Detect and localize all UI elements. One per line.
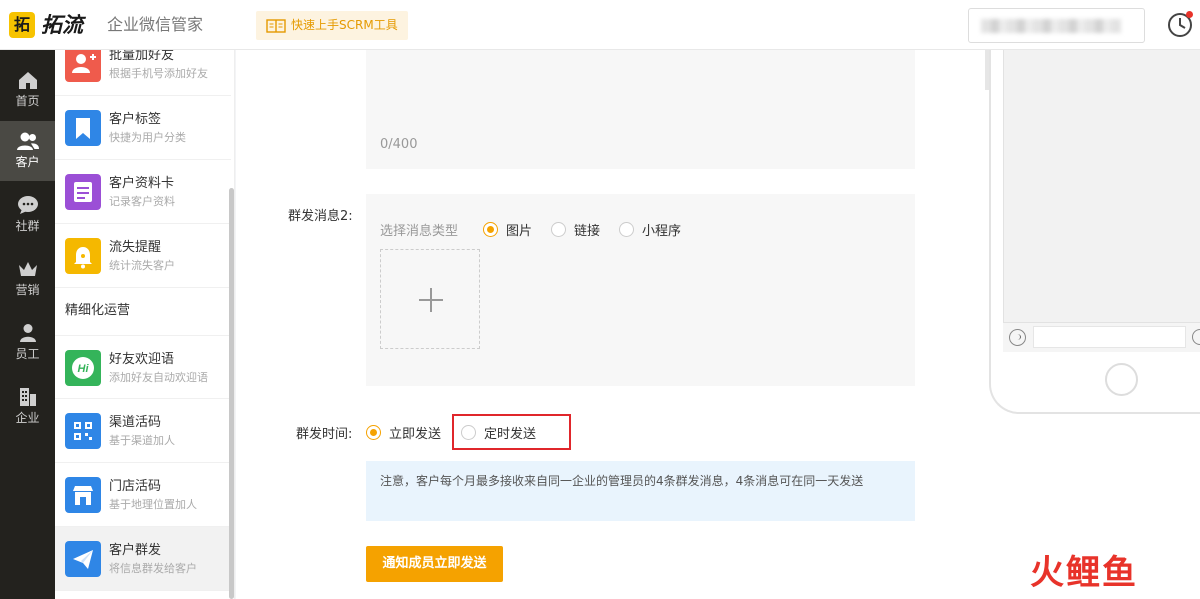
submenu-title: 门店活码	[109, 479, 162, 494]
phone-home-button	[1105, 363, 1138, 396]
submenu-section-title: 精细化运营	[65, 303, 131, 318]
rail-item-groups[interactable]: 社群	[0, 185, 55, 245]
submenu-item-welcome-message[interactable]: Hi 好友欢迎语 添加好友自动欢迎语	[55, 335, 231, 399]
card-icon	[65, 174, 101, 210]
rail-label: 社群	[15, 219, 40, 233]
customer-submenu: 批量加好友 根据手机号添加好友 客户标签 快捷为用户分类 客户资料卡 记录客户资…	[55, 50, 235, 599]
top-bar: 拓 拓流 企业微信管家 快速上手SCRM工具	[0, 0, 1200, 50]
submenu-scrollbar[interactable]	[229, 188, 234, 599]
bookmark-icon	[65, 110, 101, 146]
submenu-desc: 记录客户资料	[109, 195, 175, 208]
rail-label: 营销	[15, 283, 40, 297]
bell-icon	[65, 238, 101, 274]
submenu-title: 好友欢迎语	[109, 352, 175, 367]
radio-circle	[619, 222, 634, 237]
quick-guide-button[interactable]: 快速上手SCRM工具	[256, 11, 408, 40]
type-radio-image[interactable]: 图片	[483, 220, 532, 239]
submenu-title: 客户群发	[109, 543, 162, 558]
submenu-title: 客户资料卡	[109, 176, 175, 191]
svg-text:Hi: Hi	[78, 363, 90, 375]
users-icon	[16, 132, 39, 150]
submenu-desc: 统计流失客户	[109, 259, 175, 272]
submenu-item-channel-qrcode[interactable]: 渠道活码 基于渠道加人	[55, 399, 231, 463]
user-account-box[interactable]	[968, 8, 1145, 43]
submenu-item-churn-alert[interactable]: 流失提醒 统计流失客户	[55, 224, 231, 288]
phone-preview-screen	[1003, 50, 1200, 352]
submenu-desc: 基于渠道加人	[109, 434, 175, 447]
type-radio-miniprogram[interactable]: 小程序	[619, 220, 681, 239]
book-icon	[266, 18, 286, 33]
hi-icon: Hi	[65, 350, 101, 386]
submenu-title: 客户标签	[109, 112, 162, 127]
home-icon	[18, 72, 37, 89]
send-now-button[interactable]: 通知成员立即发送	[366, 546, 503, 582]
blurred-account-name	[981, 19, 1121, 33]
submenu-desc: 添加好友自动欢迎语	[109, 371, 208, 384]
rail-item-staff[interactable]: 员工	[0, 313, 55, 373]
watermark-char: 鱼	[1102, 553, 1136, 593]
message-type-placeholder: 选择消息类型	[380, 224, 459, 239]
crown-icon	[18, 262, 37, 276]
submenu-item-customer-card[interactable]: 客户资料卡 记录客户资料	[55, 160, 231, 224]
submenu-title: 渠道活码	[109, 415, 162, 430]
rail-label: 首页	[15, 94, 40, 108]
watermark-char: 鲤	[1066, 553, 1100, 593]
logo-mark: 拓	[9, 12, 35, 38]
submenu-item-bulk-add-friends[interactable]: 批量加好友 根据手机号添加好友	[55, 50, 231, 96]
building-icon	[19, 388, 36, 406]
submenu-desc: 根据手机号添加好友	[109, 67, 208, 80]
submenu-item-customer-tags[interactable]: 客户标签 快捷为用户分类	[55, 96, 231, 160]
history-clock-icon[interactable]	[1167, 11, 1193, 38]
time-radio-immediate[interactable]: 立即发送	[366, 423, 441, 442]
radio-circle	[551, 222, 566, 237]
voice-icon	[1009, 329, 1026, 346]
watermark-char: 火	[1030, 553, 1064, 593]
broadcast-form: 0/400 群发消息2: 选择消息类型 图片 链接 小程序 群发时间: 立即发送…	[236, 30, 1200, 599]
highlight-box	[452, 414, 571, 450]
submenu-title: 批量加好友	[109, 50, 175, 63]
watermark-logo: 火 鲤 鱼	[1030, 551, 1136, 595]
rail-label: 员工	[15, 347, 40, 361]
store-icon	[65, 477, 101, 513]
submenu-desc: 将信息群发给客户	[109, 562, 197, 575]
image-upload-box[interactable]	[380, 249, 480, 349]
rail-item-marketing[interactable]: 营销	[0, 249, 55, 309]
main-nav-rail: 首页 客户 社群 营销 员工 企业	[0, 50, 55, 599]
send-icon	[65, 541, 101, 577]
chat-icon	[17, 196, 38, 214]
submenu-item-store-qrcode[interactable]: 门店活码 基于地理位置加人	[55, 463, 231, 527]
phone-text-input	[1033, 326, 1186, 348]
radio-label: 图片	[506, 224, 533, 239]
submenu-title: 流失提醒	[109, 240, 162, 255]
logo-text: 拓流	[41, 13, 83, 37]
radio-circle	[483, 222, 498, 237]
app-subtitle: 企业微信管家	[107, 15, 204, 34]
message1-text-area[interactable]	[366, 50, 915, 169]
send-time-label: 群发时间:	[296, 427, 353, 442]
rail-label: 客户	[15, 155, 40, 169]
add-user-icon	[65, 50, 101, 82]
radio-label: 立即发送	[389, 427, 442, 442]
person-icon	[19, 324, 36, 342]
rail-label: 企业	[15, 411, 40, 425]
submenu-item-customer-broadcast[interactable]: 客户群发 将信息群发给客户	[55, 527, 231, 591]
submenu-desc: 快捷为用户分类	[109, 131, 186, 144]
app-root: 拓 拓流 企业微信管家 快速上手SCRM工具 首页 客户 社群 营销 员工 企业…	[0, 0, 1200, 599]
qrcode-icon	[65, 413, 101, 449]
radio-circle	[366, 425, 381, 440]
submenu-desc: 基于地理位置加人	[109, 498, 197, 511]
quick-guide-label: 快速上手SCRM工具	[291, 18, 398, 32]
radio-label: 链接	[574, 224, 601, 239]
char-counter: 0/400	[380, 137, 418, 152]
rail-item-company[interactable]: 企业	[0, 377, 55, 437]
rail-item-customers[interactable]: 客户	[0, 121, 55, 181]
notification-dot	[1186, 11, 1193, 18]
message2-label: 群发消息2:	[288, 209, 353, 224]
rail-item-home[interactable]: 首页	[0, 60, 55, 120]
type-radio-link[interactable]: 链接	[551, 220, 600, 239]
radio-label: 小程序	[642, 224, 682, 239]
notice-text: 注意，客户每个月最多接收来自同一企业的管理员的4条群发消息，4条消息可在同一天发…	[366, 461, 915, 521]
